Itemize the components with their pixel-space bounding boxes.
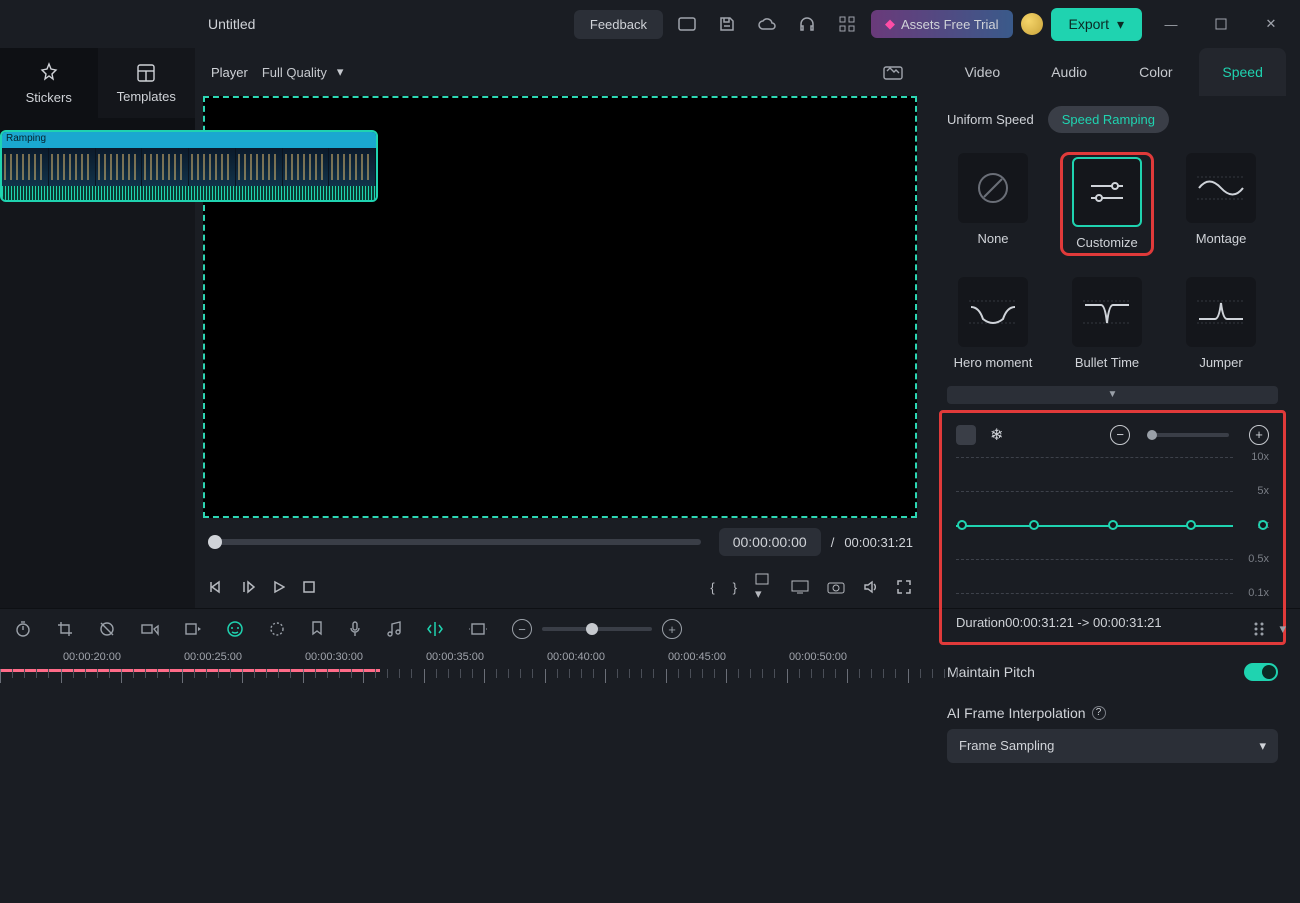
timeline-ruler[interactable]: 00:00:20:00 00:00:25:00 00:00:30:00 00:0… — [0, 651, 1300, 689]
ai-tool-icon[interactable] — [226, 620, 244, 638]
headphones-icon[interactable] — [791, 8, 823, 40]
stop-button[interactable] — [303, 581, 315, 593]
preset-bullet-time[interactable]: Bullet Time — [1061, 277, 1153, 371]
preset-hero-moment[interactable]: Hero moment — [947, 277, 1039, 371]
properties-panel: Video Audio Color Speed Uniform Speed Sp… — [925, 48, 1300, 608]
theme-icon[interactable] — [1021, 13, 1043, 35]
ai-frame-label: AI Frame Interpolation ? — [931, 693, 1294, 723]
subtab-speed-ramping[interactable]: Speed Ramping — [1048, 106, 1169, 133]
clip-label: Ramping — [2, 132, 376, 148]
titlebar: Untitled Feedback ◆Assets Free Trial Exp… — [0, 0, 1300, 48]
preset-none[interactable]: None — [947, 153, 1039, 255]
volume-icon[interactable] — [863, 580, 879, 594]
freeze-icon[interactable]: ❄ — [990, 425, 1003, 445]
timer-icon[interactable] — [14, 620, 32, 638]
keyframe-toggle[interactable] — [956, 425, 976, 445]
chevron-down-icon: ▾ — [1117, 16, 1124, 33]
crop-icon[interactable] — [56, 620, 74, 638]
ratio-select[interactable]: ▾ — [755, 572, 773, 602]
zoom-slider[interactable] — [1150, 433, 1229, 437]
cloud-icon[interactable] — [751, 8, 783, 40]
color-tool-icon[interactable] — [268, 620, 286, 638]
frame-sampling-select[interactable]: Frame Sampling ▾ — [947, 729, 1278, 763]
info-icon[interactable]: ? — [1092, 706, 1106, 720]
timeline-clip[interactable]: Ramping — [0, 130, 378, 202]
layout-icon[interactable] — [671, 8, 703, 40]
tab-audio[interactable]: Audio — [1026, 48, 1113, 96]
preset-montage[interactable]: Montage — [1175, 153, 1267, 255]
zoom-in-button[interactable]: + — [1249, 425, 1269, 445]
total-time: 00:00:31:21 — [844, 535, 913, 550]
tab-templates[interactable]: Templates — [98, 48, 196, 118]
gem-icon: ◆ — [885, 16, 895, 32]
marker-icon[interactable] — [310, 620, 324, 638]
play-button[interactable] — [273, 580, 285, 594]
expand-presets[interactable]: ▼ — [947, 386, 1278, 404]
feedback-button[interactable]: Feedback — [574, 10, 663, 39]
current-time: 00:00:00:00 — [719, 528, 821, 556]
track-view-icon[interactable] — [1253, 621, 1267, 637]
chevron-down-icon: ▾ — [337, 64, 344, 80]
tab-speed[interactable]: Speed — [1199, 48, 1286, 96]
prev-frame-button[interactable] — [209, 580, 223, 594]
preset-jumper[interactable]: Jumper — [1175, 277, 1267, 371]
timeline-zoom-out[interactable]: − — [512, 619, 532, 639]
keyframe-icon[interactable] — [140, 621, 160, 637]
mark-in-icon[interactable]: { — [710, 580, 714, 595]
grid-icon[interactable] — [831, 8, 863, 40]
preset-customize[interactable]: Customize — [1061, 153, 1153, 255]
mask-icon[interactable] — [98, 620, 116, 638]
scrub-bar[interactable] — [215, 539, 701, 545]
timeline-zoom-slider[interactable] — [542, 627, 652, 631]
voiceover-icon[interactable] — [348, 620, 362, 638]
time-separator: / — [831, 535, 835, 550]
fit-icon[interactable] — [468, 622, 488, 636]
clip-audio-waveform — [2, 186, 376, 202]
snapshot-icon[interactable] — [877, 56, 909, 88]
fullscreen-icon[interactable] — [897, 580, 911, 594]
mark-out-icon[interactable]: } — [733, 580, 737, 595]
chevron-down-icon: ▾ — [1259, 738, 1266, 754]
speed-tool-icon[interactable] — [184, 622, 202, 636]
duration-display: Duration00:00:31:21 -> 00:00:31:21 — [956, 615, 1269, 630]
stickers-icon — [38, 62, 60, 84]
save-icon[interactable] — [711, 8, 743, 40]
play-pause-button[interactable] — [241, 580, 255, 594]
player-label: Player — [211, 65, 248, 80]
subtab-uniform-speed[interactable]: Uniform Speed — [947, 112, 1034, 127]
assets-trial-button[interactable]: ◆Assets Free Trial — [871, 10, 1013, 38]
tab-video[interactable]: Video — [939, 48, 1026, 96]
zoom-out-button[interactable]: − — [1110, 425, 1130, 445]
display-icon[interactable] — [791, 580, 809, 594]
export-button[interactable]: Export▾ — [1051, 8, 1143, 41]
tab-color[interactable]: Color — [1113, 48, 1200, 96]
timeline-zoom-in[interactable]: + — [662, 619, 682, 639]
quality-select[interactable]: Full Quality▾ — [262, 64, 344, 80]
timeline-menu-icon[interactable]: ▾ — [1279, 621, 1286, 637]
templates-icon — [136, 63, 156, 83]
speed-ramp-editor: ❄ − + 10x 5x 1x 0.5x 0.1x — [939, 410, 1286, 645]
close-button[interactable]: ✕ — [1250, 8, 1292, 40]
minimize-button[interactable]: — — [1150, 8, 1192, 40]
audio-tool-icon[interactable] — [386, 620, 402, 638]
camera-icon[interactable] — [827, 580, 845, 594]
project-title: Untitled — [208, 16, 255, 32]
tab-stickers[interactable]: Stickers — [0, 48, 98, 118]
split-icon[interactable] — [426, 620, 444, 638]
speed-graph[interactable]: 10x 5x 1x 0.5x 0.1x — [956, 457, 1269, 607]
maximize-button[interactable] — [1200, 8, 1242, 40]
